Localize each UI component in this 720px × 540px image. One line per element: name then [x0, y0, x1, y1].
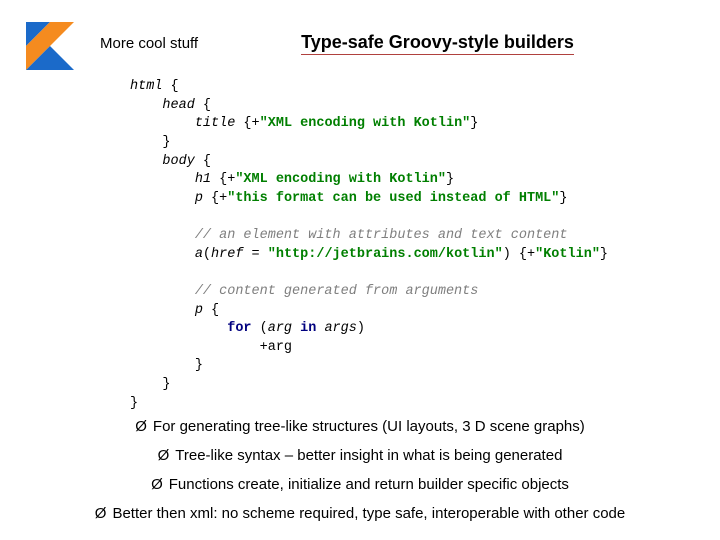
bullet-marker-icon: Ø — [135, 418, 147, 435]
bullet-text: For generating tree-like structures (UI … — [153, 418, 585, 435]
bullet-item: Ø Better then xml: no scheme required, ty… — [0, 505, 720, 522]
bullet-marker-icon: Ø — [158, 447, 170, 464]
bullet-list: Ø For generating tree-like structures (UI… — [0, 418, 720, 534]
bullet-marker-icon: Ø — [95, 505, 107, 522]
bullet-item: Ø For generating tree-like structures (UI… — [0, 418, 720, 435]
bullet-text: Better then xml: no scheme required, typ… — [112, 505, 625, 522]
code-block: html { head { title {+"XML encoding with… — [130, 78, 608, 413]
bullet-marker-icon: Ø — [151, 476, 163, 493]
slide-subtitle: More cool stuff — [100, 35, 198, 52]
bullet-text: Functions create, initialize and return … — [169, 476, 569, 493]
slide-title: Type-safe Groovy-style builders — [301, 32, 574, 55]
bullet-text: Tree-like syntax – better insight in wha… — [175, 447, 562, 464]
bullet-item: Ø Functions create, initialize and return… — [0, 476, 720, 493]
slide-header: More cool stuff Type-safe Groovy-style b… — [100, 32, 690, 55]
logo-icon — [22, 18, 78, 74]
bullet-item: Ø Tree-like syntax – better insight in wh… — [0, 447, 720, 464]
